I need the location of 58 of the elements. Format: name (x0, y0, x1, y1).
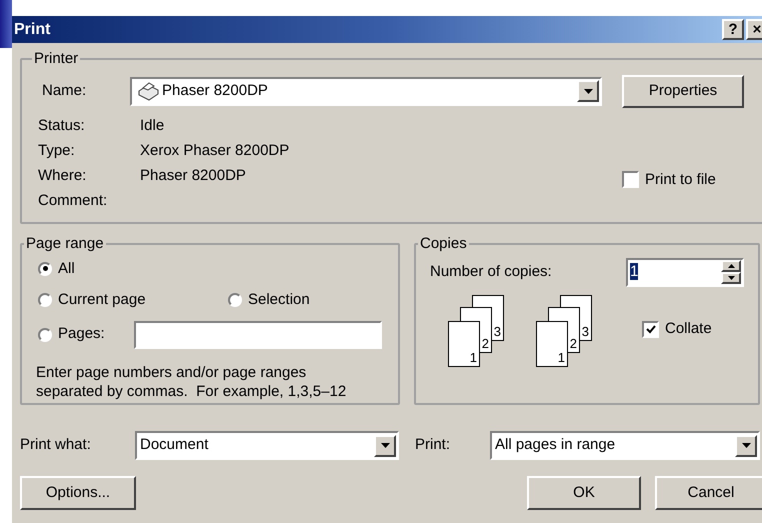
checkbox[interactable] (622, 171, 639, 188)
radio-button[interactable] (38, 293, 52, 308)
dropdown-arrow-button[interactable] (577, 80, 599, 102)
page-sheet: 1 (536, 320, 568, 366)
spin-down-button[interactable] (721, 272, 741, 284)
checkbox-label: Print to file (645, 170, 716, 190)
properties-button[interactable]: Properties (622, 74, 744, 108)
caret-icon (742, 443, 750, 448)
options-button[interactable]: Options... (20, 476, 136, 510)
info-value: Xerox Phaser 8200DP (140, 140, 290, 161)
caret-icon (584, 88, 592, 94)
close-button[interactable]: × (746, 19, 762, 40)
up-arrow-icon (728, 264, 734, 268)
caret-icon (380, 443, 390, 448)
cancel-button[interactable]: Cancel (655, 476, 762, 510)
dropdown-arrow-button[interactable] (735, 434, 757, 456)
help-button[interactable]: ? (722, 19, 744, 40)
field-label: Name: (41, 80, 88, 101)
info-label: Status: (37, 116, 86, 136)
radio-button[interactable] (228, 293, 242, 308)
dropdown-arrow-button[interactable] (374, 434, 396, 456)
group-label: Printer (33, 49, 80, 69)
selected-value: Phaser 8200DP (162, 80, 269, 101)
checkmark-icon (646, 325, 656, 334)
info-label: Type: (37, 140, 76, 161)
radio-label: Current page (58, 290, 146, 310)
info-value: Phaser 8200DP (140, 166, 246, 186)
down-arrow-icon (728, 276, 734, 280)
print-what-dropdown[interactable]: Document (135, 431, 399, 460)
info-value: Idle (140, 116, 164, 136)
radio-label: All (58, 258, 75, 278)
info-label: Comment: (37, 190, 108, 211)
radio-button[interactable] (38, 262, 52, 276)
info-label: Where: (37, 166, 88, 186)
radio-button[interactable] (38, 328, 52, 342)
copies-spinner[interactable]: 1 (626, 258, 744, 286)
field-label: Print: (415, 435, 452, 456)
printer-icon (136, 81, 160, 101)
field-label: Print what: (20, 435, 92, 456)
pages-field[interactable] (134, 320, 382, 348)
page-sheet: 1 (448, 320, 480, 366)
printer-dropdown[interactable]: Phaser 8200DP (130, 76, 602, 106)
group-label: Page range (25, 234, 105, 254)
field-label: Number of copies: (430, 262, 552, 282)
window-title: Print (14, 20, 52, 40)
radio-label: Selection (248, 290, 310, 310)
ok-button[interactable]: OK (527, 476, 641, 510)
desktop-corner (0, 0, 12, 48)
checkbox[interactable] (642, 321, 659, 338)
spinner-value: 1 (630, 262, 640, 282)
spin-up-button[interactable] (721, 260, 741, 272)
group-label: Copies (419, 234, 468, 254)
print-dropdown[interactable]: All pages in range (490, 431, 760, 460)
selected-value: All pages in range (495, 435, 616, 456)
radio-label: Pages: (58, 324, 105, 344)
selected-value: Document (140, 435, 210, 456)
hint-text: Enter page numbers and/or page ranges separated by commas. For example, 1,3,5–12 (36, 362, 348, 400)
checkbox-label: Collate (665, 319, 712, 340)
